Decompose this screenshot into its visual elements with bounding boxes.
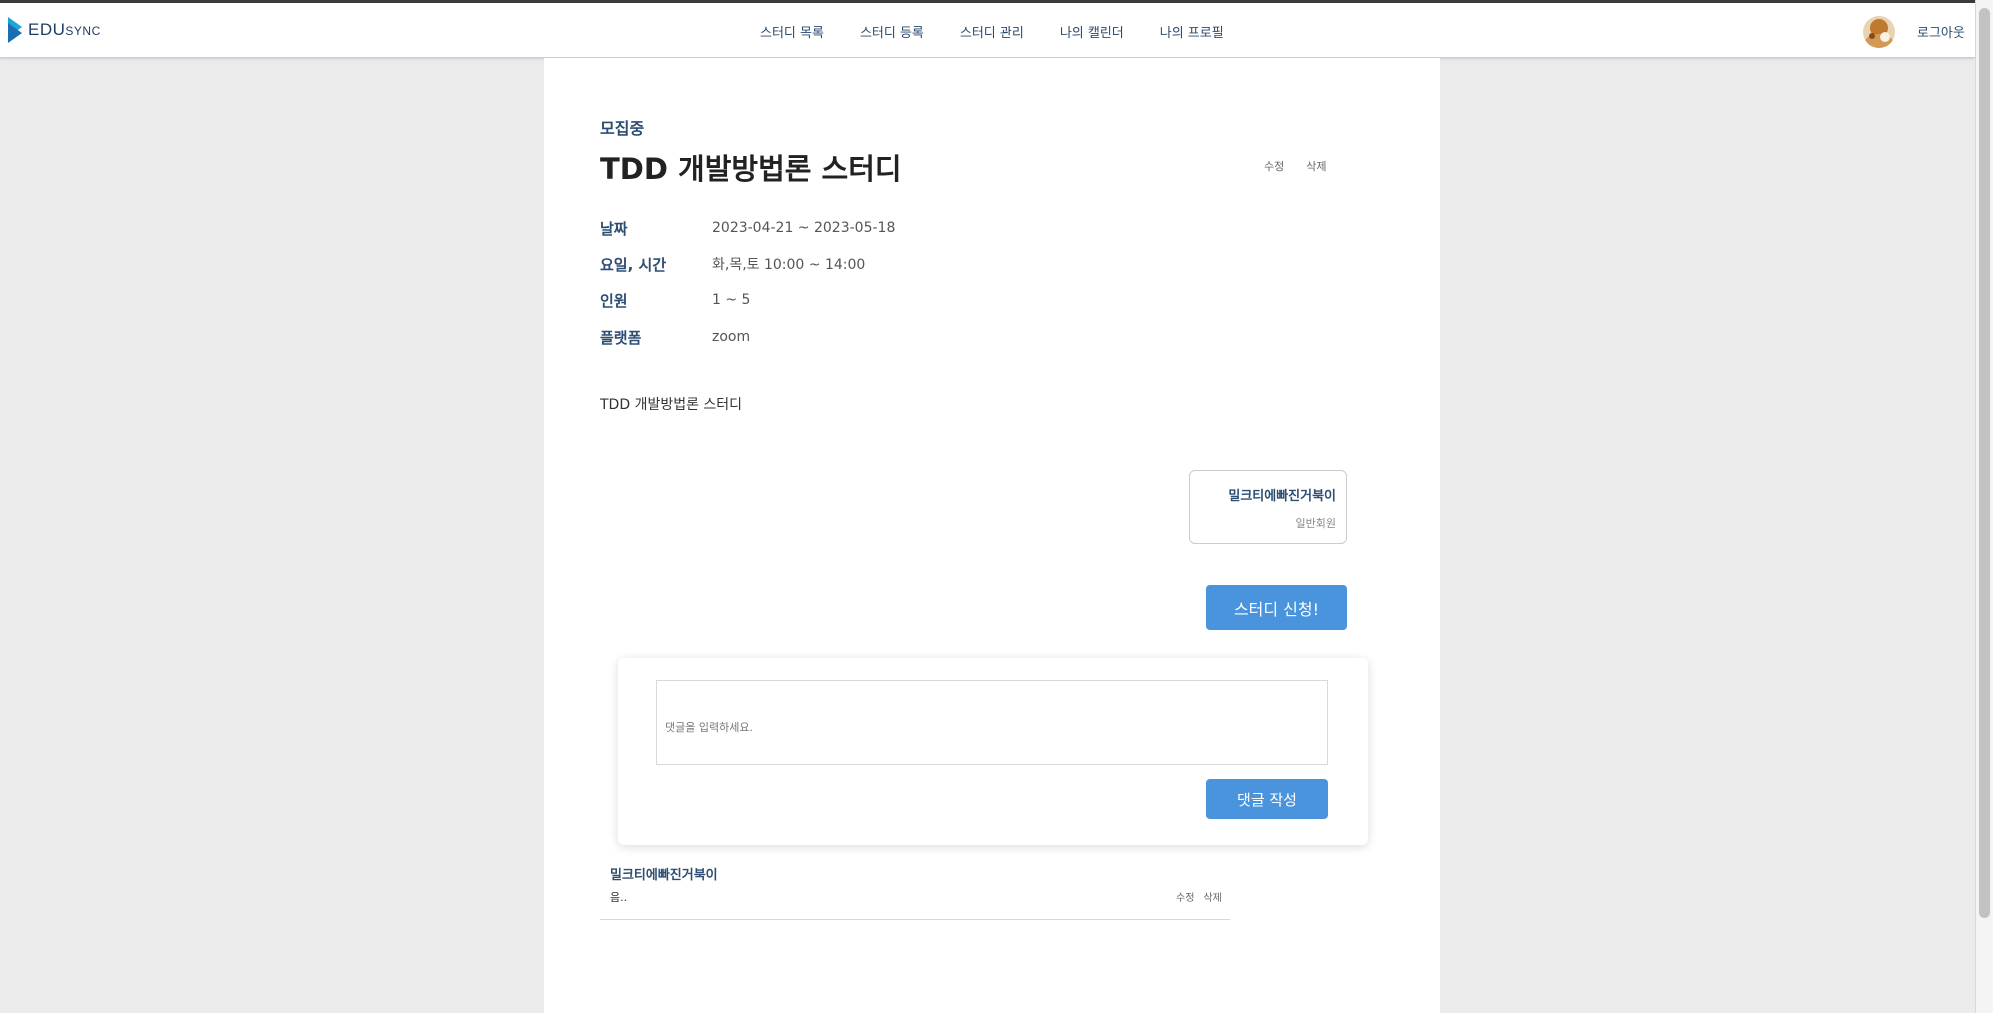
logo-text: EDUSYNC: [28, 20, 101, 40]
top-navigation-bar: EDUSYNC 스터디 목록 스터디 등록 스터디 관리 나의 캘린더 나의 프…: [0, 0, 1975, 58]
nav-my-profile[interactable]: 나의 프로필: [1160, 22, 1224, 41]
page-scrollbar[interactable]: [1975, 0, 1993, 1013]
comment-delete-link[interactable]: 삭제: [1203, 889, 1221, 904]
comment-text: 음..: [610, 891, 628, 904]
recruit-status: 모집중: [600, 119, 645, 138]
logo-mark-icon: [8, 17, 22, 43]
logout-link[interactable]: 로그아웃: [1917, 22, 1965, 41]
logo-main-text: EDU: [28, 20, 66, 39]
member-card[interactable]: 밀크티에빠진거북이 일반회원: [1189, 470, 1347, 544]
study-description: TDD 개발방법론 스터디: [600, 397, 743, 413]
comment-author: 밀크티에빠진거북이: [610, 868, 718, 883]
logo-sub-text: SYNC: [65, 24, 101, 38]
scrollbar-thumb[interactable]: [1979, 8, 1990, 918]
info-row-date: 날짜 2023-04-21 ~ 2023-05-18: [600, 216, 895, 240]
comment-edit-link[interactable]: 수정: [1176, 889, 1194, 904]
info-value: 1 ~ 5: [712, 292, 751, 308]
info-label: 날짜: [600, 219, 628, 238]
info-label: 인원: [600, 291, 628, 310]
nav-study-list[interactable]: 스터디 목록: [760, 22, 824, 41]
comment-submit-button[interactable]: 댓글 작성: [1206, 779, 1328, 819]
avatar-image-icon: [1863, 16, 1895, 48]
comment-actions: 수정 삭제: [1176, 889, 1222, 904]
info-value: 화,목,토 10:00 ~ 14:00: [712, 257, 866, 273]
info-row-schedule: 요일, 시간 화,목,토 10:00 ~ 14:00: [600, 252, 865, 276]
info-row-members: 인원 1 ~ 5: [600, 288, 750, 312]
nav-my-calendar[interactable]: 나의 캘린더: [1060, 22, 1124, 41]
comment-input[interactable]: [656, 680, 1328, 765]
study-title: TDD 개발방법론 스터디: [600, 152, 902, 186]
comment-item: 밀크티에빠진거북이 음.. 수정 삭제: [600, 858, 1230, 920]
study-delete-link[interactable]: 삭제: [1306, 158, 1326, 174]
main-nav: 스터디 목록 스터디 등록 스터디 관리 나의 캘린더 나의 프로필: [760, 22, 1224, 41]
comment-form: 댓글 작성: [618, 658, 1368, 845]
member-role: 일반회원: [1295, 517, 1336, 530]
member-name: 밀크티에빠진거북이: [1228, 489, 1336, 504]
study-detail-panel: 모집중 TDD 개발방법론 스터디 수정 삭제 날짜 2023-04-21 ~ …: [544, 58, 1440, 1013]
info-value: zoom: [712, 329, 751, 345]
info-row-platform: 플랫폼 zoom: [600, 325, 750, 349]
info-label: 플랫폼: [600, 328, 642, 347]
edusync-logo[interactable]: EDUSYNC: [8, 17, 101, 43]
study-actions: 수정 삭제: [1264, 158, 1327, 174]
avatar[interactable]: [1863, 16, 1895, 48]
study-apply-button[interactable]: 스터디 신청!: [1206, 585, 1347, 630]
info-value: 2023-04-21 ~ 2023-05-18: [712, 220, 896, 236]
nav-study-register[interactable]: 스터디 등록: [860, 22, 924, 41]
info-label: 요일, 시간: [600, 255, 667, 274]
nav-study-manage[interactable]: 스터디 관리: [960, 22, 1024, 41]
study-edit-link[interactable]: 수정: [1264, 158, 1284, 174]
